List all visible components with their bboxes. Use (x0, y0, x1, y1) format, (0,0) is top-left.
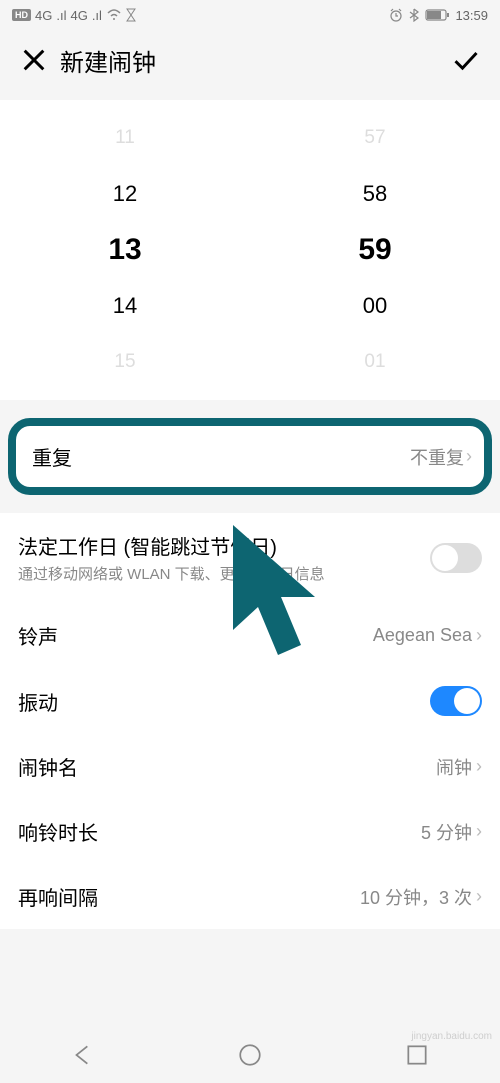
chevron-right-icon: › (466, 446, 472, 467)
picker-minute[interactable]: 00 (250, 278, 500, 334)
minute-column[interactable]: 57 58 59 00 01 (250, 100, 500, 400)
repeat-row[interactable]: 重复 不重复 › (8, 418, 492, 495)
nav-home-icon[interactable] (237, 1042, 263, 1068)
picker-minute-selected[interactable]: 59 (250, 222, 500, 278)
alarm-name-value: 闹钟 (436, 754, 472, 780)
ringtone-label: 铃声 (18, 621, 58, 650)
hd-badge: HD (12, 9, 31, 21)
picker-minute[interactable]: 01 (250, 334, 500, 390)
signal-2: 4G (70, 8, 87, 23)
signal-1: 4G (35, 8, 52, 23)
chevron-right-icon: › (476, 625, 482, 646)
time-picker[interactable]: 11 12 13 14 15 57 58 59 00 01 (0, 100, 500, 400)
alarm-name-label: 闹钟名 (18, 752, 78, 781)
picker-hour-selected[interactable]: 13 (0, 222, 250, 278)
status-left: HD 4G .ıl 4G .ıl (12, 8, 136, 23)
repeat-label: 重复 (32, 442, 72, 471)
picker-minute[interactable]: 58 (250, 166, 500, 222)
ringtone-row[interactable]: 铃声 Aegean Sea › (0, 603, 500, 668)
duration-label: 响铃时长 (18, 817, 98, 846)
picker-minute[interactable]: 57 (250, 110, 500, 166)
alarm-name-row[interactable]: 闹钟名 闹钟 › (0, 734, 500, 799)
check-icon[interactable] (452, 46, 480, 74)
bluetooth-icon (409, 8, 419, 22)
battery-icon (425, 9, 449, 21)
snooze-label: 再响间隔 (18, 882, 98, 911)
picker-hour[interactable]: 12 (0, 166, 250, 222)
page-title: 新建闹钟 (60, 43, 452, 78)
vibrate-toggle[interactable] (430, 686, 482, 716)
ringtone-value: Aegean Sea (373, 625, 472, 646)
workday-label: 法定工作日 (智能跳过节假日) (18, 531, 430, 560)
workday-sub: 通过移动网络或 WLAN 下载、更新节假日信息 (18, 564, 358, 585)
repeat-value: 不重复 (410, 444, 464, 470)
chevron-right-icon: › (476, 821, 482, 842)
hourglass-icon (126, 8, 136, 22)
workday-row[interactable]: 法定工作日 (智能跳过节假日) 通过移动网络或 WLAN 下载、更新节假日信息 (0, 513, 500, 603)
picker-hour[interactable]: 14 (0, 278, 250, 334)
settings-list: 法定工作日 (智能跳过节假日) 通过移动网络或 WLAN 下载、更新节假日信息 … (0, 513, 500, 929)
duration-row[interactable]: 响铃时长 5 分钟 › (0, 799, 500, 864)
duration-value: 5 分钟 (421, 819, 472, 845)
signal-bars-1-icon: .ıl (56, 8, 66, 23)
hour-column[interactable]: 11 12 13 14 15 (0, 100, 250, 400)
vibrate-label: 振动 (18, 687, 58, 716)
snooze-value: 10 分钟，3 次 (360, 884, 472, 910)
chevron-right-icon: › (476, 886, 482, 907)
clock-time: 13:59 (455, 8, 488, 23)
signal-bars-2-icon: .ıl (92, 8, 102, 23)
nav-recent-icon[interactable] (404, 1042, 430, 1068)
picker-hour[interactable]: 11 (0, 110, 250, 166)
nav-bar (0, 1027, 500, 1083)
vibrate-row[interactable]: 振动 (0, 668, 500, 734)
status-right: 13:59 (389, 8, 488, 23)
chevron-right-icon: › (476, 756, 482, 777)
header: 新建闹钟 (0, 30, 500, 90)
workday-toggle[interactable] (430, 543, 482, 573)
status-bar: HD 4G .ıl 4G .ıl 13:59 (0, 0, 500, 30)
alarm-icon (389, 8, 403, 22)
wifi-icon (106, 9, 122, 21)
picker-hour[interactable]: 15 (0, 334, 250, 390)
snooze-row[interactable]: 再响间隔 10 分钟，3 次 › (0, 864, 500, 929)
close-icon[interactable] (20, 46, 48, 74)
nav-back-icon[interactable] (70, 1042, 96, 1068)
